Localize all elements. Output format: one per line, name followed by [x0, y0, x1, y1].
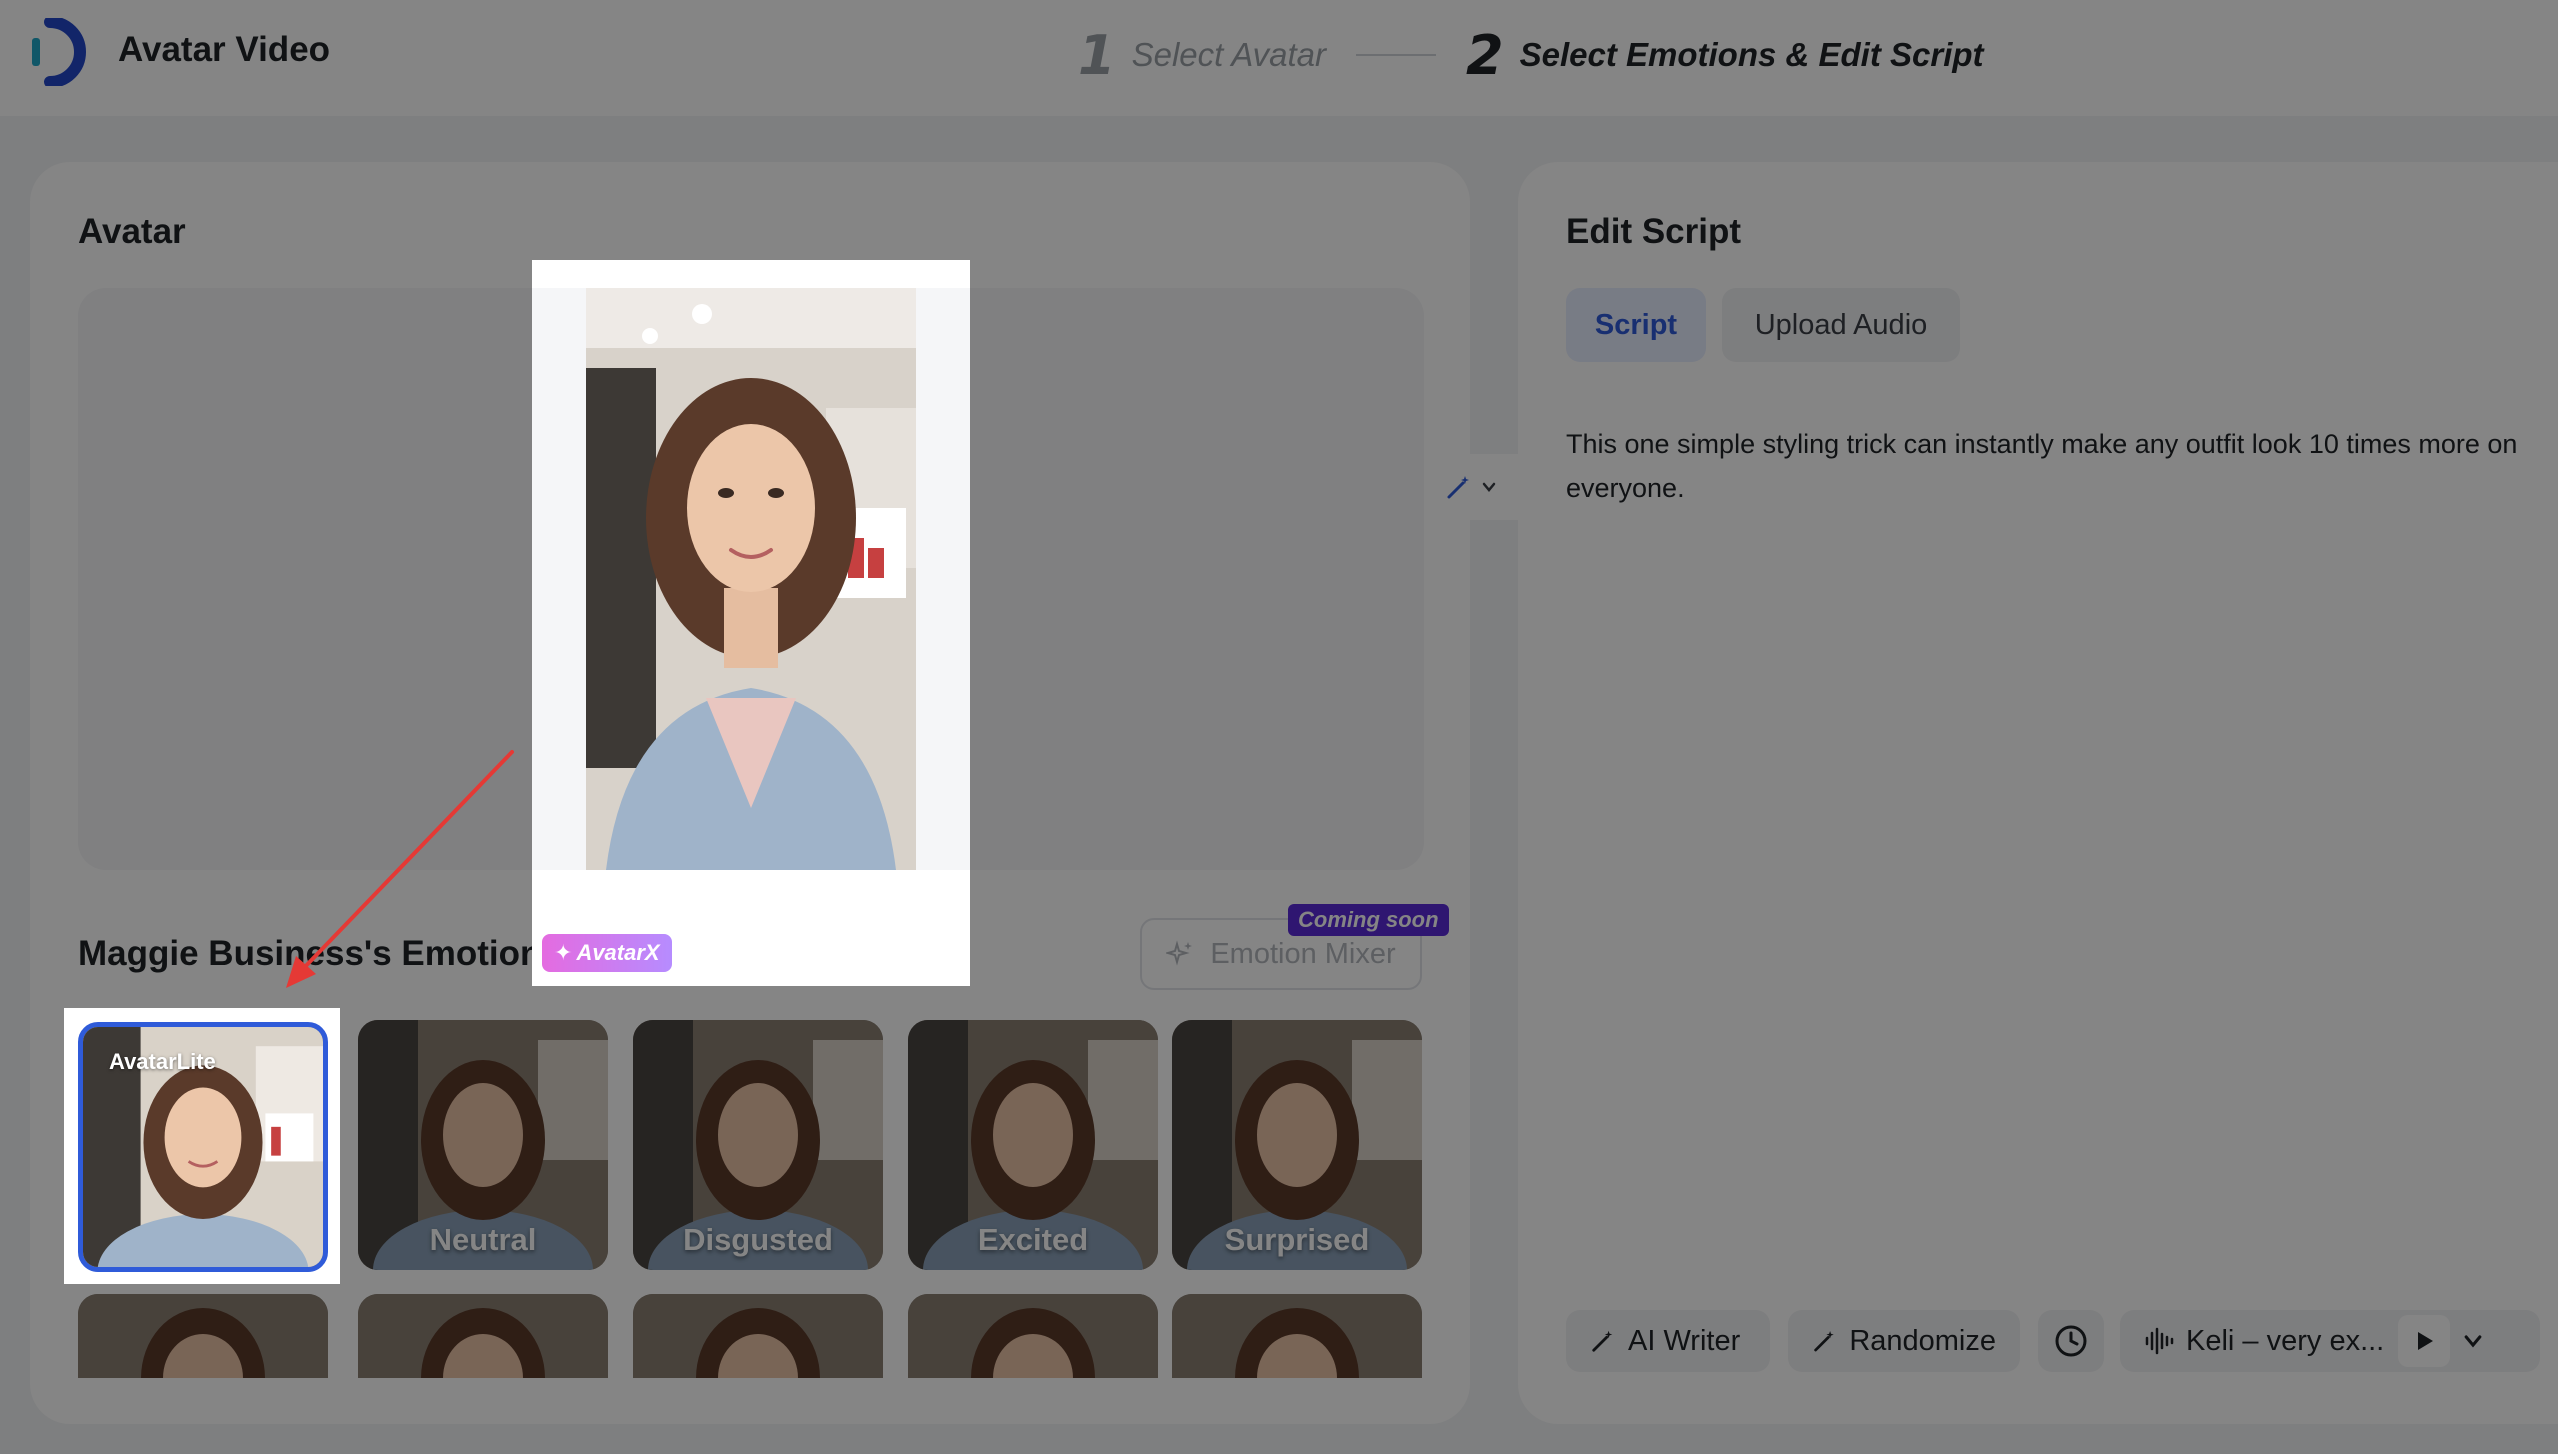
- step-select-avatar[interactable]: 1 Select Avatar: [1078, 24, 1326, 87]
- emotion-tile[interactable]: [358, 1294, 608, 1378]
- clock-icon: [2055, 1325, 2087, 1357]
- script-panel: Edit Script Script Upload Audio This one…: [1518, 162, 2558, 1424]
- emotion-label: Excited: [977, 1222, 1089, 1257]
- emotion-tile[interactable]: [1172, 1294, 1422, 1378]
- emotion-tile-surprised[interactable]: Surprised: [1172, 1020, 1422, 1270]
- ai-writer-label: AI Writer: [1628, 1324, 1741, 1357]
- emotion-label: Surprised: [1224, 1222, 1370, 1257]
- chevron-down-icon: [1482, 482, 1496, 492]
- magic-wand-icon: [1447, 476, 1469, 499]
- app-logo-icon: [32, 18, 86, 86]
- selected-tile-highlight: AvatarLite: [64, 1008, 340, 1284]
- avatar-preview-image: [586, 288, 916, 870]
- sparkle-icon: ✦: [554, 940, 573, 965]
- avatar-preview-highlight: ✦ AvatarX: [532, 260, 970, 986]
- emotion-tile[interactable]: [78, 1294, 328, 1378]
- avatar-heading: Avatar: [78, 212, 186, 251]
- avatar-thumbnail: [358, 1294, 608, 1378]
- emotion-tile[interactable]: [633, 1294, 883, 1378]
- coming-soon-badge: Coming soon: [1288, 904, 1449, 936]
- avatar-portrait: [586, 288, 916, 870]
- magic-wand-icon: [1592, 1330, 1613, 1352]
- magic-wand-icon: [1814, 1331, 1834, 1352]
- stepper: 1 Select Avatar 2 Select Emotions & Edit…: [1078, 20, 1984, 90]
- emotion-tile-avatarlite[interactable]: AvatarLite: [78, 1022, 328, 1272]
- emotion-tile-neutral[interactable]: Neutral: [358, 1020, 608, 1270]
- step-divider: [1356, 54, 1437, 56]
- emotion-tile[interactable]: [908, 1294, 1158, 1378]
- avatar-thumbnail: [908, 1294, 1158, 1378]
- avatarlite-badge: AvatarLite: [109, 1049, 216, 1074]
- chevron-down-icon[interactable]: [2462, 1330, 2484, 1352]
- voice-selector[interactable]: Keli – very ex...: [2120, 1310, 2540, 1372]
- emotion-tile-disgusted[interactable]: Disgusted: [633, 1020, 883, 1270]
- step-select-emotions[interactable]: 2 Select Emotions & Edit Script: [1466, 24, 1984, 87]
- ai-writer-button[interactable]: AI Writer: [1566, 1310, 1770, 1372]
- waveform-icon: [2145, 1327, 2174, 1355]
- play-icon: [2418, 1332, 2433, 1350]
- avatar-thumbnail: [633, 1294, 883, 1378]
- app-title: Avatar Video: [118, 30, 331, 69]
- magic-wand-dropdown[interactable]: [1424, 454, 1518, 520]
- voice-label: Keli – very ex...: [2186, 1324, 2385, 1357]
- sparkle-icon: [1166, 940, 1193, 966]
- emotion-label: Neutral: [429, 1222, 537, 1257]
- emotion-tile-excited[interactable]: Excited: [908, 1020, 1158, 1270]
- emotion-label: Disgusted: [683, 1222, 833, 1257]
- app-header: Avatar Video 1 Select Avatar 2 Select Em…: [0, 0, 2558, 116]
- script-textarea[interactable]: This one simple styling trick can instan…: [1566, 422, 2558, 510]
- avatarx-badge: ✦ AvatarX: [542, 934, 672, 972]
- step-number: 2: [1466, 23, 1504, 87]
- step-number: 1: [1078, 23, 1116, 87]
- avatarx-label: AvatarX: [576, 940, 660, 965]
- tab-script[interactable]: Script: [1566, 288, 1706, 362]
- avatar-thumbnail: [1172, 1294, 1422, 1378]
- step-label: Select Avatar: [1131, 36, 1327, 73]
- avatar-thumbnail: [78, 1294, 328, 1378]
- step-label: Select Emotions & Edit Script: [1519, 36, 1984, 73]
- emotion-mixer-label: Emotion Mixer: [1210, 937, 1396, 970]
- randomize-button[interactable]: Randomize: [1788, 1310, 2020, 1372]
- edit-script-heading: Edit Script: [1566, 212, 1742, 251]
- randomize-label: Randomize: [1849, 1324, 1996, 1357]
- tab-upload-audio[interactable]: Upload Audio: [1722, 288, 1960, 362]
- history-button[interactable]: [2038, 1310, 2104, 1372]
- emotions-heading: Maggie Business's Emotion: [78, 934, 542, 973]
- play-voice-button[interactable]: [2398, 1315, 2450, 1367]
